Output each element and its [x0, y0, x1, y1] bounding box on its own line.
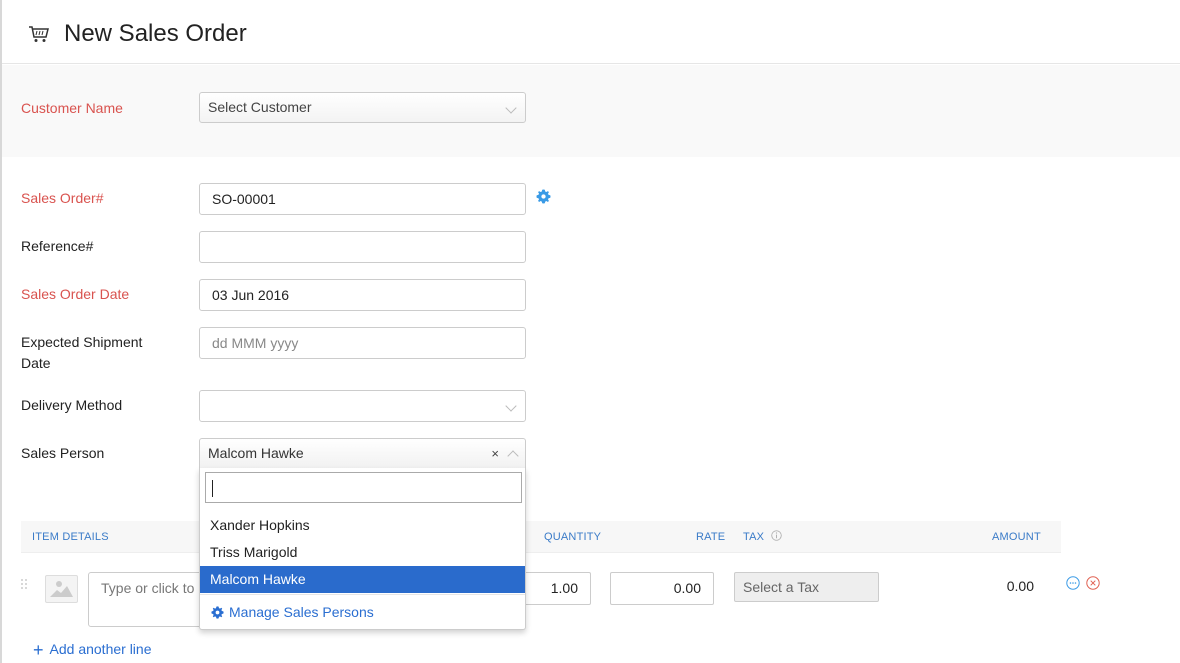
sales-order-date-label: Sales Order Date: [21, 286, 130, 302]
chevron-up-icon[interactable]: [507, 450, 519, 462]
page-header: New Sales Order: [2, 0, 1180, 64]
chevron-down-icon: [505, 400, 517, 412]
remove-row-icon[interactable]: [1086, 576, 1100, 590]
sales-person-label: Sales Person: [21, 445, 105, 461]
dropdown-option-selected[interactable]: Malcom Hawke: [200, 566, 525, 593]
clear-icon[interactable]: ×: [491, 439, 499, 468]
sales-person-search-input[interactable]: [205, 472, 522, 503]
column-amount: AMOUNT: [992, 531, 1041, 543]
items-table-header: ITEM DETAILS QUANTITY RATE TAX AMOUNT: [21, 521, 1061, 553]
customer-section: [2, 65, 1180, 157]
chevron-down-icon: [505, 102, 517, 114]
tax-select[interactable]: Select a Tax: [734, 572, 879, 602]
info-icon[interactable]: [771, 530, 782, 541]
customer-select-placeholder: Select Customer: [208, 99, 312, 115]
dropdown-option[interactable]: Triss Marigold: [200, 539, 525, 566]
delivery-method-select[interactable]: [199, 390, 526, 422]
gear-icon: [211, 606, 224, 619]
reference-label: Reference#: [21, 238, 94, 254]
manage-sales-persons-link[interactable]: Manage Sales Persons: [211, 604, 374, 620]
sales-order-number-label: Sales Order#: [21, 190, 104, 206]
expected-shipment-date-input[interactable]: dd MMM yyyy: [199, 327, 526, 359]
gear-icon[interactable]: [536, 189, 551, 204]
more-options-icon[interactable]: [1066, 576, 1080, 590]
image-icon: [50, 581, 73, 597]
add-another-line-link[interactable]: + Add another line: [33, 640, 151, 661]
expected-shipment-label-line1: Expected Shipment: [21, 334, 143, 350]
sales-order-date-input[interactable]: 03 Jun 2016: [199, 279, 526, 311]
sales-person-dropdown: Xander Hopkins Triss Marigold Malcom Haw…: [199, 468, 526, 630]
column-item-details: ITEM DETAILS: [32, 531, 109, 543]
customer-select[interactable]: Select Customer: [199, 92, 526, 123]
plus-icon: +: [33, 640, 44, 660]
dropdown-option[interactable]: Xander Hopkins: [200, 512, 525, 539]
drag-handle-icon[interactable]: [20, 578, 28, 590]
column-tax: TAX: [743, 531, 765, 543]
cart-icon: [29, 26, 49, 42]
text-cursor: [212, 480, 213, 497]
sales-person-value: Malcom Hawke: [208, 445, 304, 461]
expected-shipment-date-label: Expected Shipment Date: [21, 332, 142, 374]
delivery-method-label: Delivery Method: [21, 397, 123, 413]
customer-name-label: Customer Name: [21, 100, 123, 116]
add-another-line-label: Add another line: [49, 641, 152, 657]
column-quantity: QUANTITY: [544, 531, 602, 543]
reference-input[interactable]: [199, 231, 526, 263]
item-image-placeholder[interactable]: [45, 575, 78, 603]
sales-person-select[interactable]: Malcom Hawke ×: [199, 438, 526, 469]
page-title: New Sales Order: [64, 20, 247, 47]
column-rate: RATE: [696, 531, 726, 543]
expected-shipment-label-line2: Date: [21, 355, 51, 371]
sales-order-number-input[interactable]: SO-00001: [199, 183, 526, 215]
quantity-input[interactable]: 1.00: [520, 572, 591, 605]
rate-input[interactable]: 0.00: [610, 572, 714, 605]
manage-sales-persons-label: Manage Sales Persons: [229, 604, 374, 620]
amount-value: 0.00: [1006, 578, 1034, 594]
dropdown-divider: [200, 594, 525, 595]
